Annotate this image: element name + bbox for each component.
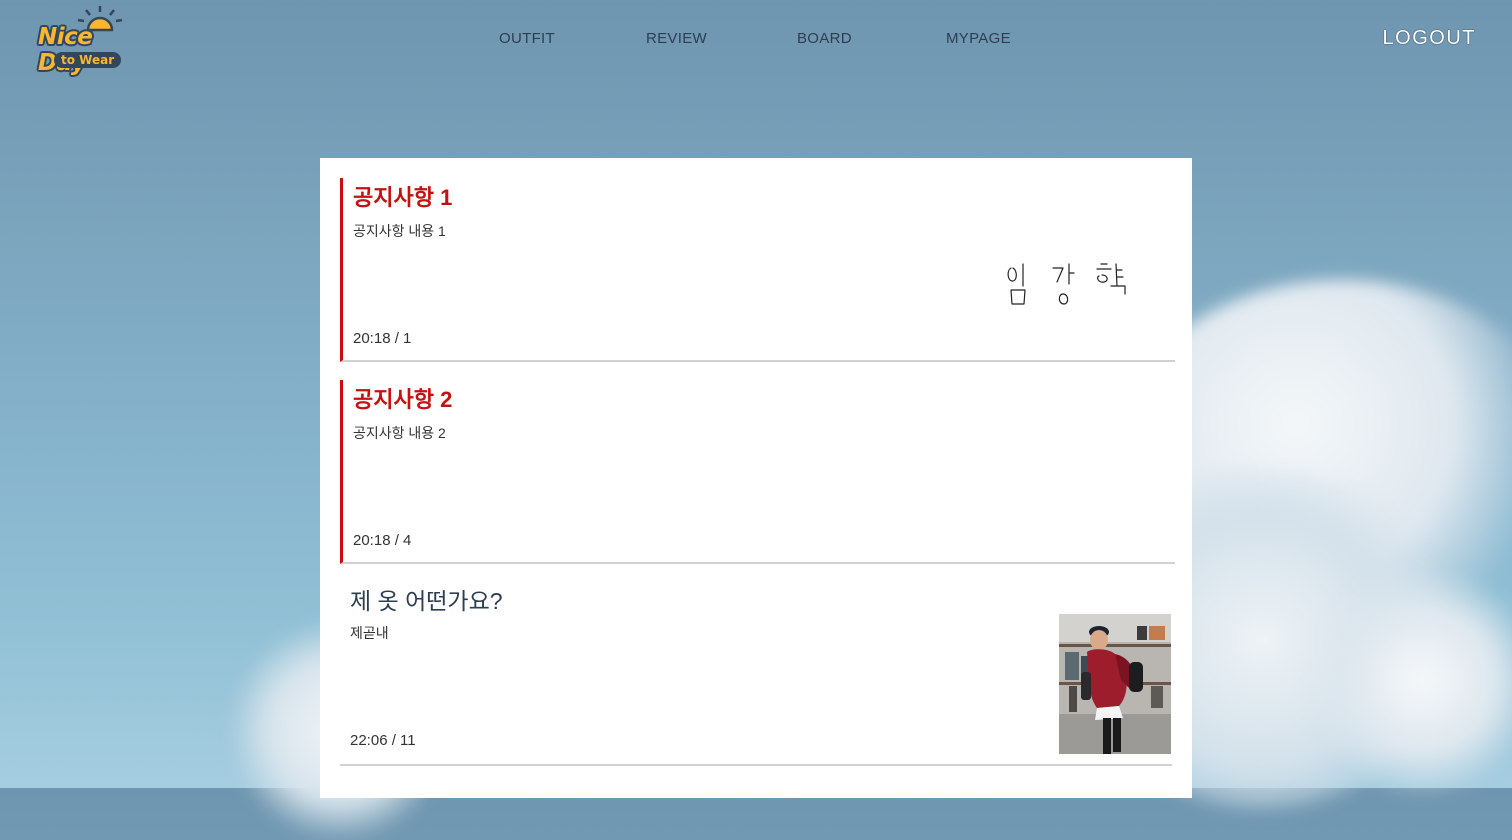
signature-image [1007, 263, 1126, 305]
post-title: 공지사항 2 [353, 387, 453, 412]
post-meta: 20:18 / 4 [353, 532, 412, 549]
list-item-notice[interactable]: 공지사항 2 공지사항 내용 2 20:18 / 4 [340, 380, 1175, 564]
nav-outfit[interactable]: OUTFIT [499, 30, 555, 47]
logout-button[interactable]: LOGOUT [1383, 27, 1476, 50]
logo-title: Nice Day [38, 24, 93, 76]
site-header: Nice Day to Wear OUTFIT REVIEW BOARD MYP… [0, 0, 1512, 80]
post-title: 공지사항 1 [353, 185, 453, 210]
post-body: 공지사항 내용 1 [353, 223, 446, 239]
board-list: 공지사항 1 공지사항 내용 1 20:18 / 1 공지사항 2 공지사항 내… [320, 158, 1192, 798]
post-body: 제곧내 [350, 625, 389, 641]
list-item-post[interactable]: 제 옷 어떤가요? 제곧내 22:06 / 11 [340, 564, 1172, 766]
nav-review[interactable]: REVIEW [646, 30, 707, 47]
post-meta: 20:18 / 1 [353, 330, 412, 347]
list-item-notice[interactable]: 공지사항 1 공지사항 내용 1 20:18 / 1 [340, 178, 1175, 362]
post-meta: 22:06 / 11 [350, 732, 416, 749]
list-item-post-partial[interactable] [340, 786, 1172, 806]
nav-board[interactable]: BOARD [797, 30, 852, 47]
outfit-photo [1059, 614, 1171, 754]
post-title: 제 옷 어떤가요? [350, 588, 503, 614]
site-logo[interactable]: Nice Day to Wear [34, 2, 144, 76]
nav-mypage[interactable]: MYPAGE [946, 30, 1011, 47]
logo-subtitle: to Wear [54, 52, 122, 68]
post-body: 공지사항 내용 2 [353, 425, 446, 441]
